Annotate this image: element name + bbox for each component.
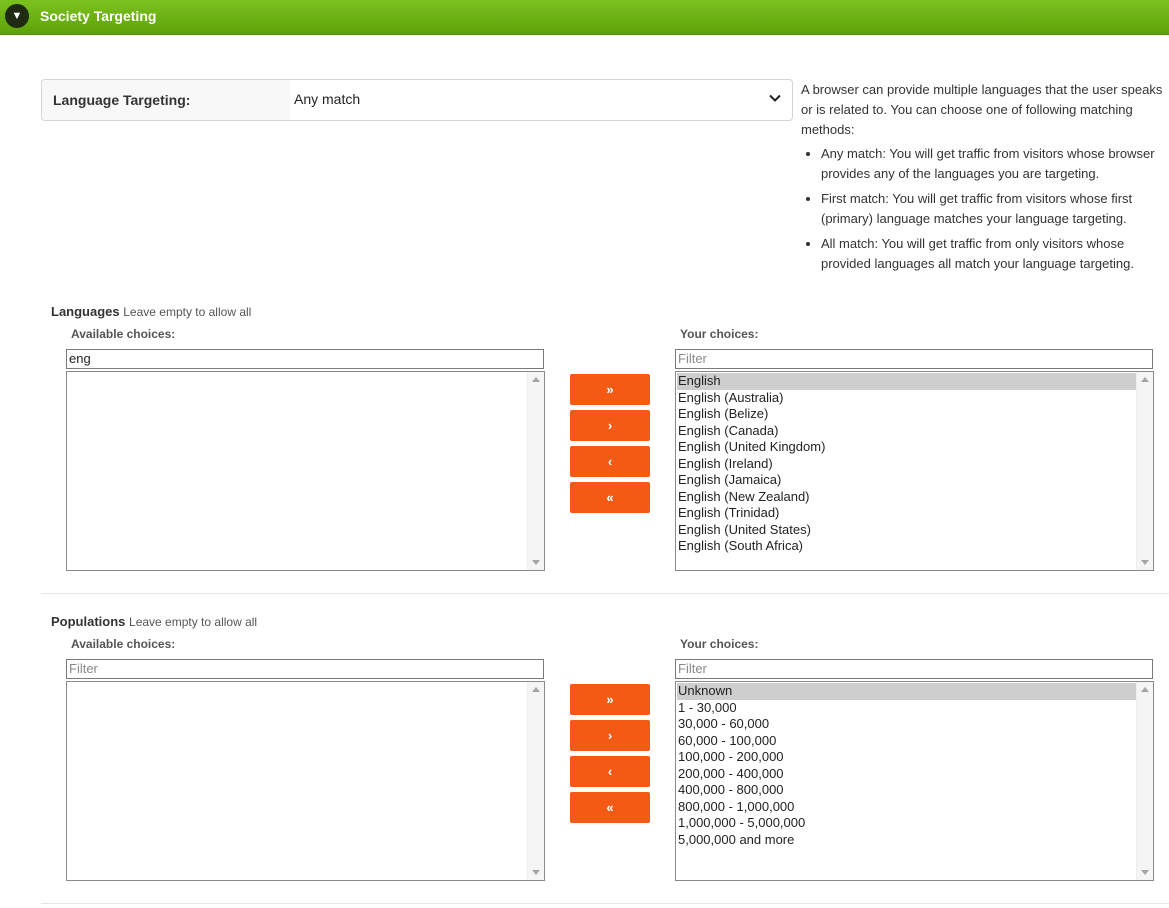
list-item[interactable]: 100,000 - 200,000 bbox=[677, 749, 1136, 766]
section-divider bbox=[41, 903, 1169, 904]
languages-chosen-label: Your choices: bbox=[680, 327, 759, 341]
scrollbar[interactable] bbox=[527, 682, 544, 880]
scroll-down-icon[interactable] bbox=[1141, 560, 1149, 565]
scroll-down-icon[interactable] bbox=[1141, 870, 1149, 875]
list-item[interactable]: 5,000,000 and more bbox=[677, 832, 1136, 849]
chevron-down-icon[interactable] bbox=[768, 91, 782, 105]
scroll-up-icon[interactable] bbox=[1141, 687, 1149, 692]
list-item[interactable]: 1 - 30,000 bbox=[677, 700, 1136, 717]
populations-title: Populations bbox=[51, 614, 126, 629]
scroll-up-icon[interactable] bbox=[532, 377, 540, 382]
populations-available-label: Available choices: bbox=[71, 637, 176, 651]
scrollbar[interactable] bbox=[527, 372, 544, 570]
section-divider bbox=[41, 593, 1169, 594]
list-item[interactable]: English (Jamaica) bbox=[677, 472, 1136, 489]
list-item[interactable]: English (Canada) bbox=[677, 423, 1136, 440]
list-item[interactable]: 400,000 - 800,000 bbox=[677, 782, 1136, 799]
languages-section-title: Languages Leave empty to allow all bbox=[51, 304, 251, 319]
list-item[interactable]: English (Ireland) bbox=[677, 456, 1136, 473]
populations-remove-all-button[interactable]: « bbox=[570, 792, 650, 823]
list-item[interactable]: English (Australia) bbox=[677, 390, 1136, 407]
languages-hint: Leave empty to allow all bbox=[123, 305, 252, 319]
populations-section-title: Populations Leave empty to allow all bbox=[51, 614, 257, 629]
language-targeting-label: Language Targeting: bbox=[53, 92, 191, 108]
help-item-any-match: Any match: You will get traffic from vis… bbox=[821, 144, 1166, 184]
languages-available-filter-input[interactable]: eng bbox=[66, 349, 544, 369]
help-item-first-match: First match: You will get traffic from v… bbox=[821, 189, 1166, 229]
scroll-down-icon[interactable] bbox=[532, 870, 540, 875]
languages-title: Languages bbox=[51, 304, 120, 319]
languages-available-list[interactable] bbox=[66, 371, 545, 571]
populations-remove-button[interactable]: ‹ bbox=[570, 756, 650, 787]
section-header[interactable]: ▼ Society Targeting bbox=[0, 0, 1169, 35]
list-item[interactable]: English (Belize) bbox=[677, 406, 1136, 423]
list-item[interactable]: 60,000 - 100,000 bbox=[677, 733, 1136, 750]
list-item[interactable]: English bbox=[677, 373, 1136, 390]
language-targeting-row: Language Targeting: Any match bbox=[41, 79, 793, 121]
scrollbar[interactable] bbox=[1136, 372, 1153, 570]
languages-chosen-filter-input[interactable]: Filter bbox=[675, 349, 1153, 369]
populations-available-list[interactable] bbox=[66, 681, 545, 881]
list-item[interactable]: 200,000 - 400,000 bbox=[677, 766, 1136, 783]
list-item[interactable]: 800,000 - 1,000,000 bbox=[677, 799, 1136, 816]
populations-add-button[interactable]: › bbox=[570, 720, 650, 751]
section-title: Society Targeting bbox=[40, 8, 157, 24]
languages-remove-all-button[interactable]: « bbox=[570, 482, 650, 513]
list-item[interactable]: English (New Zealand) bbox=[677, 489, 1136, 506]
help-list: Any match: You will get traffic from vis… bbox=[801, 144, 1166, 274]
help-intro: A browser can provide multiple languages… bbox=[801, 82, 1163, 137]
languages-add-button[interactable]: › bbox=[570, 410, 650, 441]
list-item[interactable]: Unknown bbox=[677, 683, 1136, 700]
list-item[interactable]: 30,000 - 60,000 bbox=[677, 716, 1136, 733]
help-item-all-match: All match: You will get traffic from onl… bbox=[821, 234, 1166, 274]
scroll-up-icon[interactable] bbox=[532, 687, 540, 692]
languages-available-label: Available choices: bbox=[71, 327, 176, 341]
populations-add-all-button[interactable]: » bbox=[570, 684, 650, 715]
scroll-down-icon[interactable] bbox=[532, 560, 540, 565]
list-item[interactable]: 1,000,000 - 5,000,000 bbox=[677, 815, 1136, 832]
populations-hint: Leave empty to allow all bbox=[129, 615, 258, 629]
language-targeting-label-cell: Language Targeting: bbox=[42, 80, 290, 120]
list-item[interactable]: English (United Kingdom) bbox=[677, 439, 1136, 456]
list-item[interactable]: English (United States) bbox=[677, 522, 1136, 539]
languages-chosen-list[interactable]: English English (Australia) English (Bel… bbox=[675, 371, 1154, 571]
collapse-toggle-icon[interactable]: ▼ bbox=[5, 4, 29, 28]
languages-add-all-button[interactable]: » bbox=[570, 374, 650, 405]
populations-chosen-label: Your choices: bbox=[680, 637, 759, 651]
scrollbar[interactable] bbox=[1136, 682, 1153, 880]
list-item[interactable]: English (South Africa) bbox=[677, 538, 1136, 555]
list-item[interactable]: English (Trinidad) bbox=[677, 505, 1136, 522]
populations-available-filter-input[interactable]: Filter bbox=[66, 659, 544, 679]
language-targeting-select[interactable]: Any match bbox=[294, 91, 360, 107]
scroll-up-icon[interactable] bbox=[1141, 377, 1149, 382]
populations-chosen-filter-input[interactable]: Filter bbox=[675, 659, 1153, 679]
matching-methods-help: A browser can provide multiple languages… bbox=[801, 80, 1166, 279]
languages-remove-button[interactable]: ‹ bbox=[570, 446, 650, 477]
populations-chosen-list[interactable]: Unknown 1 - 30,000 30,000 - 60,000 60,00… bbox=[675, 681, 1154, 881]
